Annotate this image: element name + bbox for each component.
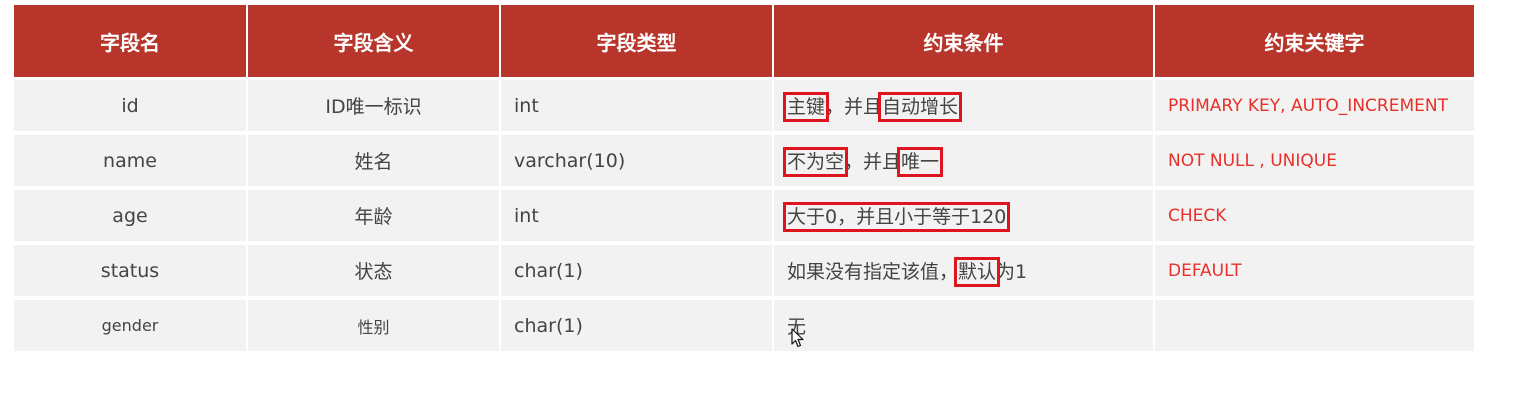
cell-constraint: 不为空，并且唯一 (772, 133, 1154, 190)
table-row: name 姓名 varchar(10) 不为空，并且唯一 NOT NULL , … (14, 133, 1474, 190)
cell-field-type: int (499, 78, 773, 135)
cell-field-meaning: ID唯一标识 (246, 78, 500, 135)
mouse-cursor-icon (791, 328, 804, 348)
constraint-text: 如果没有指定该值， (787, 261, 959, 283)
cell-field-meaning: 状态 (246, 243, 500, 300)
constraint-text: 为1 (996, 261, 1028, 283)
cell-field-type: varchar(10) (499, 133, 773, 190)
highlight-box-check: 大于0，并且小于等于120 (782, 202, 1011, 232)
cell-field-meaning: 姓名 (246, 133, 500, 190)
highlight-box-unique: 唯一 (897, 147, 944, 177)
highlight-box-not-null: 不为空 (782, 147, 849, 177)
cell-field-name: name (14, 133, 247, 190)
cell-field-name: gender (14, 298, 247, 351)
cell-constraint-keyword: DEFAULT (1153, 243, 1474, 300)
constraint-text: ，并且 (825, 96, 883, 118)
cell-constraint-keyword: PRIMARY KEY, AUTO_INCREMENT (1153, 78, 1474, 135)
highlight-box-primary-key: 主键 (782, 92, 830, 122)
header-field-name: 字段名 (14, 5, 247, 80)
cell-field-meaning: 年龄 (246, 188, 500, 245)
cell-constraint-keyword: NOT NULL , UNIQUE (1153, 133, 1474, 190)
constraints-table: 字段名 字段含义 字段类型 约束条件 约束关键字 id ID唯一标识 int 主… (14, 5, 1474, 351)
cell-field-name: id (14, 78, 247, 135)
cell-constraint: 大于0，并且小于等于120 (772, 188, 1154, 245)
header-field-meaning: 字段含义 (246, 5, 500, 80)
cell-constraint: 如果没有指定该值，默认为1 (772, 243, 1154, 300)
cell-constraint: 无 (772, 298, 1154, 351)
constraints-table-container: 字段名 字段含义 字段类型 约束条件 约束关键字 id ID唯一标识 int 主… (14, 5, 1474, 351)
cell-field-meaning: 性别 (246, 298, 500, 351)
cell-field-name: age (14, 188, 247, 245)
constraint-text: ，并且 (844, 151, 902, 173)
cell-field-type: char(1) (499, 243, 773, 300)
cell-constraint-keyword (1153, 298, 1474, 351)
highlight-box-auto-increment: 自动增长 (878, 92, 963, 122)
cell-constraint-keyword: CHECK (1153, 188, 1474, 245)
cell-constraint: 主键，并且自动增长 (772, 78, 1154, 135)
cell-field-type: char(1) (499, 298, 773, 351)
table-row: age 年龄 int 大于0，并且小于等于120 CHECK (14, 188, 1474, 245)
cell-field-type: int (499, 188, 773, 245)
header-field-type: 字段类型 (499, 5, 773, 80)
table-row: gender 性别 char(1) 无 (14, 298, 1474, 351)
cell-field-name: status (14, 243, 247, 300)
header-constraint: 约束条件 (772, 5, 1154, 80)
header-constraint-keyword: 约束关键字 (1153, 5, 1474, 80)
highlight-box-default: 默认 (954, 257, 1001, 287)
table-row: id ID唯一标识 int 主键，并且自动增长 PRIMARY KEY, AUT… (14, 78, 1474, 135)
table-row: status 状态 char(1) 如果没有指定该值，默认为1 DEFAULT (14, 243, 1474, 300)
header-row: 字段名 字段含义 字段类型 约束条件 约束关键字 (14, 5, 1474, 80)
